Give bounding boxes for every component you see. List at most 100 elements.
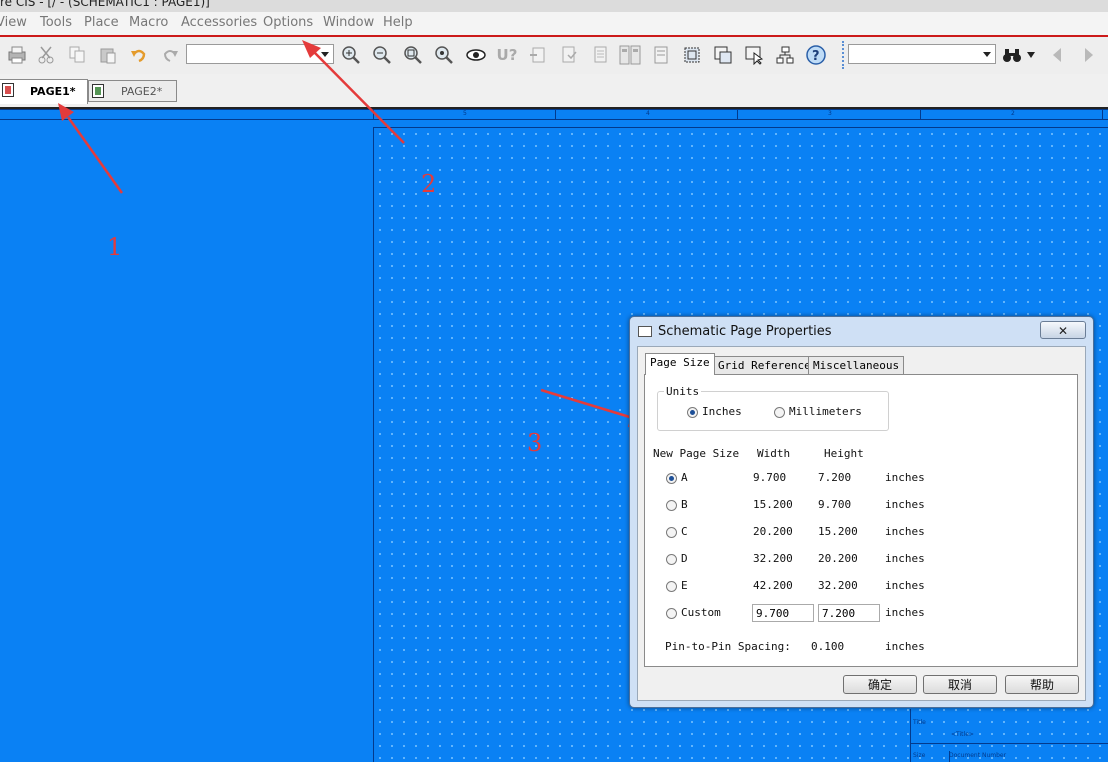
menu-window[interactable]: Window	[323, 15, 374, 30]
window-title-bar: re CIS - [/ - (SCHEMATIC1 : PAGE1)]	[0, 0, 1108, 12]
custom-height-input[interactable]	[818, 604, 880, 622]
size-label: Size	[913, 752, 926, 759]
ruler-number: 5	[463, 110, 467, 117]
help-icon[interactable]: ?	[805, 44, 827, 66]
menu-bar: View Tools Place Macro Accessories Optio…	[0, 12, 1108, 37]
undo-icon[interactable]	[128, 44, 150, 66]
width-header: Width	[757, 447, 791, 460]
size-unit: inches	[885, 525, 925, 538]
copy-icon[interactable]	[66, 44, 88, 66]
binoculars-icon[interactable]	[1002, 44, 1024, 66]
redo-icon[interactable]	[159, 44, 181, 66]
size-custom-radio[interactable]	[666, 608, 677, 619]
chevron-down-icon	[983, 52, 991, 57]
forward-icon[interactable]	[1078, 44, 1100, 66]
pin-spacing-value: 0.100	[811, 640, 845, 653]
zoom-out-icon[interactable]	[371, 44, 393, 66]
annotation-number: 1	[107, 233, 123, 261]
height-header: Height	[824, 447, 864, 460]
tab-label: PAGE1*	[30, 85, 76, 98]
hierarchy-icon[interactable]	[774, 44, 796, 66]
paste-icon[interactable]	[97, 44, 119, 66]
size-d-radio[interactable]	[666, 554, 677, 565]
close-icon: ✕	[1057, 324, 1069, 338]
annotation-number: 3	[527, 429, 543, 457]
size-width: 15.200	[753, 498, 793, 511]
custom-width-input[interactable]	[752, 604, 814, 622]
toolbar-grip	[842, 41, 846, 69]
ok-button[interactable]: 确定	[843, 675, 917, 694]
size-a-radio[interactable]	[666, 473, 677, 484]
page-icon[interactable]	[712, 44, 734, 66]
annotation-number: 2	[421, 170, 437, 198]
size-c-radio[interactable]	[666, 527, 677, 538]
menu-place[interactable]: Place	[84, 15, 119, 30]
window-title: re CIS - [/ - (SCHEMATIC1 : PAGE1)]	[0, 0, 210, 9]
size-e-radio[interactable]	[666, 581, 677, 592]
size-width: 20.200	[753, 525, 793, 538]
menu-options[interactable]: Options	[263, 15, 313, 30]
ruler-number: 3	[828, 110, 832, 117]
netlist-icon[interactable]	[589, 44, 611, 66]
size-label: A	[681, 471, 688, 484]
chevron-down-icon[interactable]	[1024, 44, 1038, 66]
cursor-icon[interactable]	[743, 44, 765, 66]
title-block-divider	[911, 743, 1108, 744]
size-unit: inches	[885, 579, 925, 592]
annotate-icon[interactable]: U?	[496, 44, 518, 66]
ruler-tick	[555, 110, 556, 119]
size-unit: inches	[885, 498, 925, 511]
backannotate-icon[interactable]	[527, 44, 549, 66]
eye-icon[interactable]	[465, 44, 487, 66]
back-icon[interactable]	[1046, 44, 1068, 66]
menu-accessories[interactable]: Accessories	[181, 15, 257, 30]
ruler-number: 2	[1011, 110, 1015, 117]
chevron-down-icon	[321, 52, 329, 57]
size-label: C	[681, 525, 688, 538]
title-value: <Title>	[951, 731, 974, 738]
pin-spacing-label: Pin-to-Pin Spacing:	[665, 640, 791, 653]
zoom-in-icon[interactable]	[340, 44, 362, 66]
size-b-radio[interactable]	[666, 500, 677, 511]
part-combo[interactable]	[186, 44, 334, 64]
schematic-page-icon	[92, 84, 104, 98]
inches-label: Inches	[702, 405, 742, 418]
units-group: Units Inches Millimeters	[657, 385, 889, 431]
cancel-button[interactable]: 取消	[923, 675, 997, 694]
menu-help[interactable]: Help	[383, 15, 413, 30]
zoom-all-icon[interactable]	[433, 44, 455, 66]
schematic-page-icon	[2, 83, 14, 97]
millimeters-radio[interactable]	[774, 407, 785, 418]
page-tab-strip: PAGE1* PAGE2*	[0, 74, 1108, 109]
tab-page1[interactable]: PAGE1*	[0, 79, 88, 104]
tab-page2[interactable]: PAGE2*	[88, 80, 177, 102]
tab-grid-reference[interactable]: Grid Reference	[713, 356, 816, 374]
toolbar: U? ?	[0, 37, 1108, 75]
close-button[interactable]: ✕	[1040, 321, 1086, 339]
size-unit: inches	[885, 471, 925, 484]
size-unit: inches	[885, 552, 925, 565]
tab-label: PAGE2*	[121, 85, 163, 98]
print-icon[interactable]	[6, 44, 28, 66]
menu-macro[interactable]: Macro	[129, 15, 168, 30]
new-page-size-header: New Page Size	[653, 447, 740, 460]
size-width: 42.200	[753, 579, 793, 592]
tab-page-size[interactable]: Page Size	[645, 353, 715, 375]
page-ruler: 5 4 3 2	[0, 109, 1108, 120]
zoom-area-icon[interactable]	[402, 44, 424, 66]
tab-miscellaneous[interactable]: Miscellaneous	[808, 356, 905, 374]
drc-icon[interactable]	[558, 44, 580, 66]
help-button[interactable]: 帮助	[1005, 675, 1079, 694]
inches-radio[interactable]	[687, 407, 698, 418]
pin-spacing-unit: inches	[885, 640, 925, 653]
cut-icon[interactable]	[35, 44, 57, 66]
menu-view[interactable]: View	[0, 15, 27, 30]
menu-tools[interactable]: Tools	[40, 15, 72, 30]
dialog-caption-bar[interactable]: Schematic Page Properties ✕	[630, 317, 1093, 345]
size-height: 15.200	[818, 525, 858, 538]
crossref-icon[interactable]	[619, 44, 641, 66]
select-area-icon[interactable]	[681, 44, 703, 66]
search-combo[interactable]	[848, 44, 996, 64]
bom-icon[interactable]	[650, 44, 672, 66]
millimeters-label: Millimeters	[789, 405, 862, 418]
